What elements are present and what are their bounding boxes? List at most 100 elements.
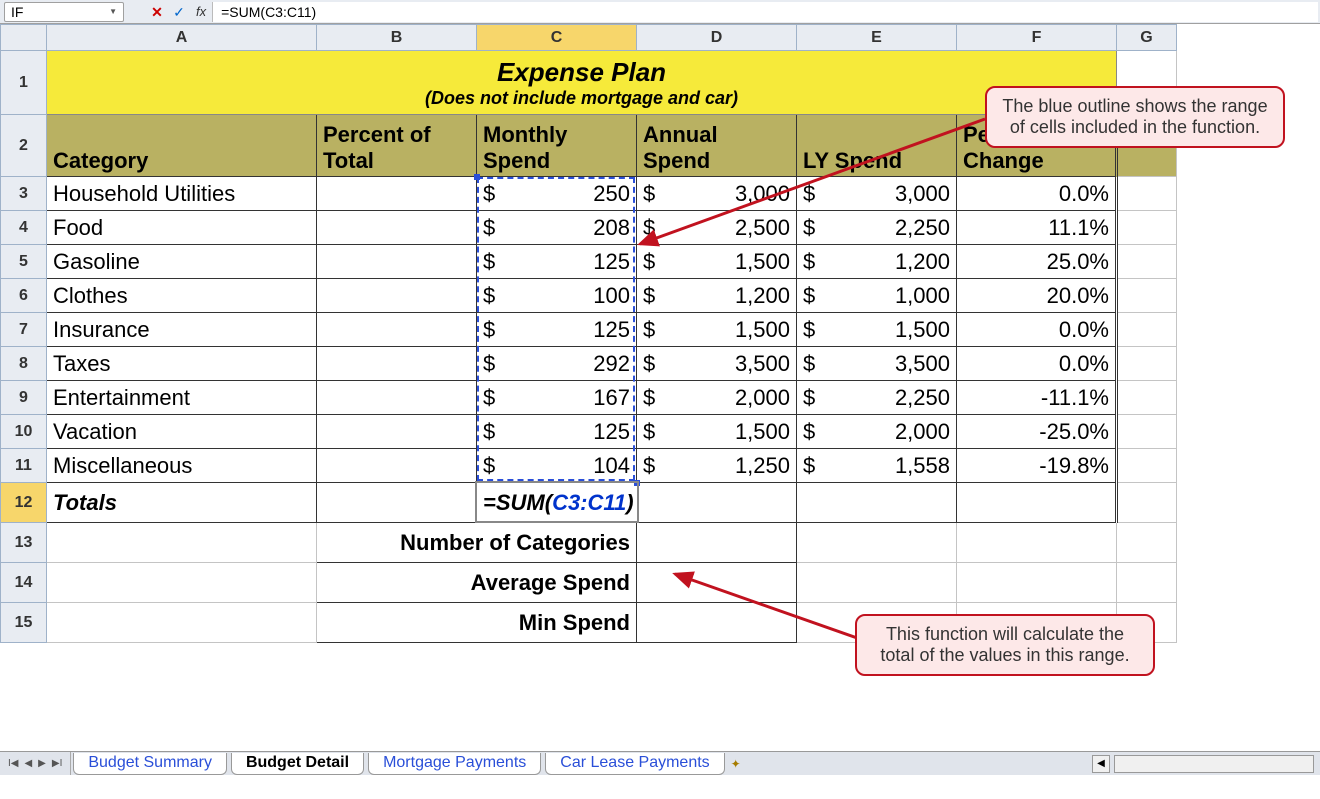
cell-C8[interactable]: $292 <box>477 347 637 381</box>
cell-B11[interactable] <box>317 449 477 483</box>
cell-C10[interactable]: $125 <box>477 415 637 449</box>
cell-F4[interactable]: 11.1% <box>957 211 1117 245</box>
nav-prev-icon[interactable]: ◀ <box>22 758 34 769</box>
cell-C4[interactable]: $208 <box>477 211 637 245</box>
cell-C5[interactable]: $125 <box>477 245 637 279</box>
cell-B10[interactable] <box>317 415 477 449</box>
cell-F7[interactable]: 0.0% <box>957 313 1117 347</box>
cell-A9[interactable]: Entertainment <box>47 381 317 415</box>
row-header-14[interactable]: 14 <box>1 563 47 603</box>
col-header-B[interactable]: B <box>317 25 477 51</box>
cell-A10[interactable]: Vacation <box>47 415 317 449</box>
col-header-F[interactable]: F <box>957 25 1117 51</box>
cell-B12[interactable] <box>317 483 477 523</box>
cell-D10[interactable]: $1,500 <box>637 415 797 449</box>
name-box[interactable]: IF ▼ <box>4 2 124 22</box>
row-header-9[interactable]: 9 <box>1 381 47 415</box>
sheet-tab-budget-summary[interactable]: Budget Summary <box>73 753 227 775</box>
col-header-D[interactable]: D <box>637 25 797 51</box>
col-header-A[interactable]: A <box>47 25 317 51</box>
row-header-13[interactable]: 13 <box>1 523 47 563</box>
cell-G11[interactable] <box>1117 449 1177 483</box>
cell-F10[interactable]: -25.0% <box>957 415 1117 449</box>
row-header-10[interactable]: 10 <box>1 415 47 449</box>
cell-G3[interactable] <box>1117 177 1177 211</box>
tab-nav-buttons[interactable]: I◀ ◀ ▶ ▶I <box>0 752 71 775</box>
cell-F8[interactable]: 0.0% <box>957 347 1117 381</box>
cell-D6[interactable]: $1,200 <box>637 279 797 313</box>
header-annual[interactable]: Annual Spend <box>637 115 797 177</box>
header-ly[interactable]: LY Spend <box>797 115 957 177</box>
cell-E10[interactable]: $2,000 <box>797 415 957 449</box>
cell-G7[interactable] <box>1117 313 1177 347</box>
totals-label[interactable]: Totals <box>47 483 317 523</box>
row-header-11[interactable]: 11 <box>1 449 47 483</box>
cell-D15[interactable] <box>637 603 797 643</box>
cell-G9[interactable] <box>1117 381 1177 415</box>
row-header-15[interactable]: 15 <box>1 603 47 643</box>
cell-A13[interactable] <box>47 523 317 563</box>
row-header-12[interactable]: 12 <box>1 483 47 523</box>
cell-D7[interactable]: $1,500 <box>637 313 797 347</box>
cell-A6[interactable]: Clothes <box>47 279 317 313</box>
col-header-E[interactable]: E <box>797 25 957 51</box>
cell-E6[interactable]: $1,000 <box>797 279 957 313</box>
cell-F13[interactable] <box>957 523 1117 563</box>
select-all-corner[interactable] <box>1 25 47 51</box>
cell-E7[interactable]: $1,500 <box>797 313 957 347</box>
dropdown-icon[interactable]: ▼ <box>109 3 117 21</box>
cell-F12[interactable] <box>957 483 1117 523</box>
row-header-2[interactable]: 2 <box>1 115 47 177</box>
cell-G5[interactable] <box>1117 245 1177 279</box>
cell-C3[interactable]: $250 <box>477 177 637 211</box>
label-num-categories[interactable]: Number of Categories <box>317 523 637 563</box>
cell-D4[interactable]: $2,500 <box>637 211 797 245</box>
cell-B3[interactable] <box>317 177 477 211</box>
cell-C6[interactable]: $100 <box>477 279 637 313</box>
range-handle[interactable] <box>634 480 640 486</box>
nav-last-icon[interactable]: ▶I <box>50 758 64 769</box>
cell-F6[interactable]: 20.0% <box>957 279 1117 313</box>
cell-B5[interactable] <box>317 245 477 279</box>
header-percent-total[interactable]: Percent of Total <box>317 115 477 177</box>
cell-E3[interactable]: $3,000 <box>797 177 957 211</box>
cell-A11[interactable]: Miscellaneous <box>47 449 317 483</box>
cell-E5[interactable]: $1,200 <box>797 245 957 279</box>
cell-G12[interactable] <box>1117 483 1177 523</box>
cell-F14[interactable] <box>957 563 1117 603</box>
cell-G4[interactable] <box>1117 211 1177 245</box>
row-header-6[interactable]: 6 <box>1 279 47 313</box>
cell-E12[interactable] <box>797 483 957 523</box>
cell-A4[interactable]: Food <box>47 211 317 245</box>
cell-A15[interactable] <box>47 603 317 643</box>
cell-B6[interactable] <box>317 279 477 313</box>
cell-G10[interactable] <box>1117 415 1177 449</box>
formula-input[interactable]: =SUM(C3:C11) <box>212 2 1318 22</box>
cell-G8[interactable] <box>1117 347 1177 381</box>
cell-E13[interactable] <box>797 523 957 563</box>
sheet-tab-car-lease-payments[interactable]: Car Lease Payments <box>545 753 724 775</box>
row-header-4[interactable]: 4 <box>1 211 47 245</box>
title-cell[interactable]: Expense Plan (Does not include mortgage … <box>47 51 1117 115</box>
row-header-3[interactable]: 3 <box>1 177 47 211</box>
cell-F9[interactable]: -11.1% <box>957 381 1117 415</box>
worksheet[interactable]: A B C D E F G 1 Expense Plan (Does not i… <box>0 24 1320 643</box>
row-header-5[interactable]: 5 <box>1 245 47 279</box>
cell-D14[interactable] <box>637 563 797 603</box>
cell-G13[interactable] <box>1117 523 1177 563</box>
sheet-tab-mortgage-payments[interactable]: Mortgage Payments <box>368 753 541 775</box>
cell-F3[interactable]: 0.0% <box>957 177 1117 211</box>
scroll-left-icon[interactable]: ◀ <box>1092 755 1110 773</box>
header-monthly[interactable]: Monthly Spend <box>477 115 637 177</box>
sheet-tab-budget-detail[interactable]: Budget Detail <box>231 753 364 775</box>
cell-E11[interactable]: $1,558 <box>797 449 957 483</box>
nav-next-icon[interactable]: ▶ <box>36 758 48 769</box>
cell-B8[interactable] <box>317 347 477 381</box>
cell-F5[interactable]: 25.0% <box>957 245 1117 279</box>
cell-E8[interactable]: $3,500 <box>797 347 957 381</box>
cell-A3[interactable]: Household Utilities <box>47 177 317 211</box>
cell-E14[interactable] <box>797 563 957 603</box>
cell-E9[interactable]: $2,250 <box>797 381 957 415</box>
cell-D9[interactable]: $2,000 <box>637 381 797 415</box>
cell-C12-editing[interactable]: =SUM(C3:C11) <box>477 483 797 523</box>
